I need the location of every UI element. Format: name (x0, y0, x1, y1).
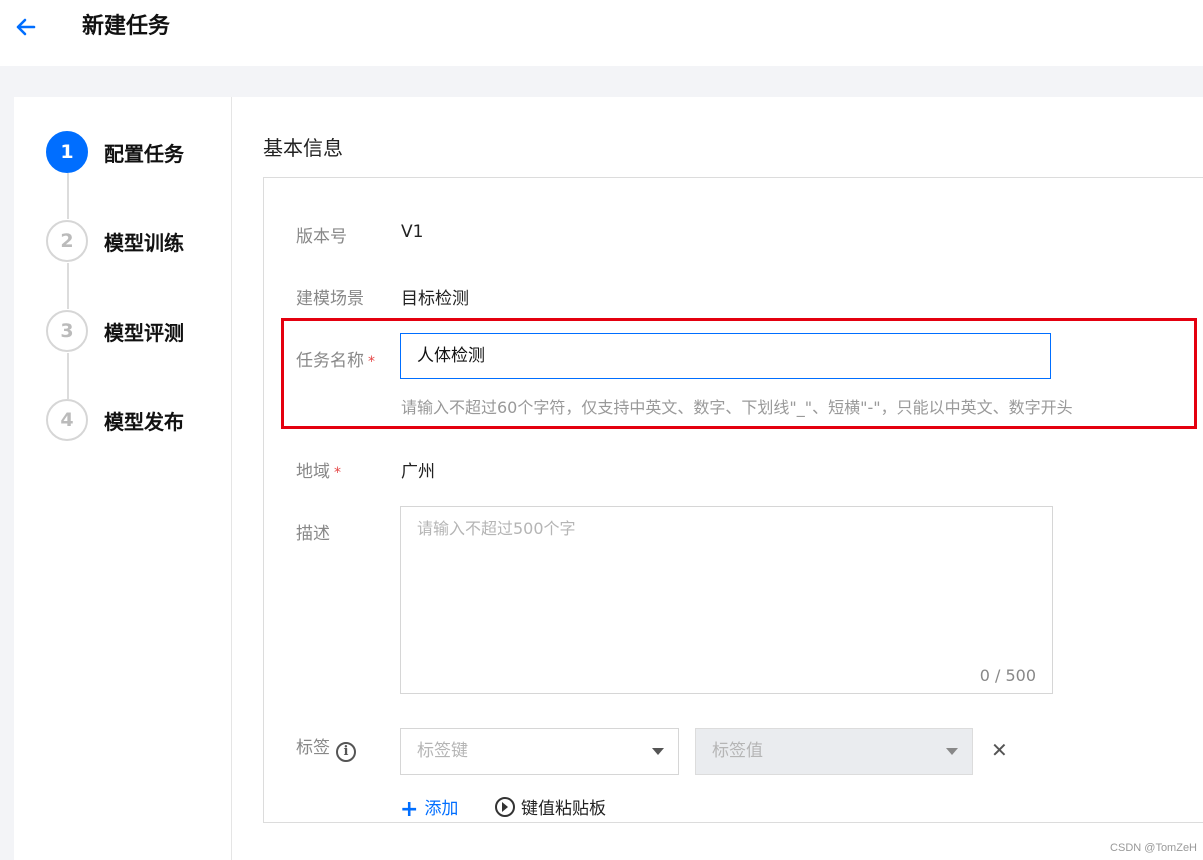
step-number: 1 (46, 131, 88, 173)
tag-key-select[interactable]: 标签键 (400, 728, 679, 775)
tags-label-text: 标签 (296, 738, 330, 758)
task-name-input[interactable]: 人体检测 (400, 333, 1051, 379)
page-title: 新建任务 (82, 14, 171, 39)
play-circle-icon (495, 797, 515, 817)
version-value: V1 (401, 222, 424, 242)
step-model-training[interactable]: 2 模型训练 (46, 219, 184, 263)
scene-value: 目标检测 (401, 289, 469, 309)
step-label: 配置任务 (104, 141, 184, 166)
region-value: 广州 (401, 462, 435, 482)
main-panel: 1 配置任务 2 模型训练 3 模型评测 4 模型发布 基本信息 版本号 V1 … (14, 97, 1203, 860)
steps-sidebar: 1 配置任务 2 模型训练 3 模型评测 4 模型发布 (14, 97, 232, 860)
description-label: 描述 (296, 524, 330, 544)
step-connector (67, 353, 69, 399)
paste-board-label: 键值粘贴板 (521, 799, 606, 819)
paste-board-button[interactable]: 键值粘贴板 (495, 794, 606, 819)
region-label-text: 地域 (296, 462, 330, 482)
step-connector (67, 173, 69, 219)
tag-value-select[interactable]: 标签值 (695, 728, 973, 775)
info-icon[interactable]: i (336, 742, 356, 762)
version-label: 版本号 (296, 227, 347, 247)
task-name-label-text: 任务名称 (296, 351, 364, 371)
caret-down-icon (946, 748, 958, 755)
section-title: 基本信息 (263, 136, 343, 160)
step-label: 模型发布 (104, 409, 184, 434)
tag-key-placeholder: 标签键 (417, 741, 468, 761)
back-button[interactable] (12, 12, 42, 42)
top-bar: 新建任务 (0, 0, 1203, 66)
description-textarea[interactable]: 请输入不超过500个字 0 / 500 (400, 506, 1053, 694)
task-name-label: 任务名称 * (296, 346, 375, 371)
task-name-hint: 请输入不超过60个字符，仅支持中英文、数字、下划线"_"、短横"-"，只能以中英… (401, 398, 1073, 417)
scene-label: 建模场景 (296, 289, 364, 309)
description-placeholder: 请输入不超过500个字 (417, 519, 576, 538)
step-model-release[interactable]: 4 模型发布 (46, 398, 184, 442)
tags-label: 标签 i (296, 733, 356, 762)
caret-down-icon (652, 748, 664, 755)
watermark: CSDN @TomZeH (1110, 842, 1197, 854)
add-tag-label: 添加 (424, 799, 459, 819)
arrow-left-icon (16, 18, 36, 36)
plus-icon: + (400, 797, 419, 822)
step-configure-task[interactable]: 1 配置任务 (46, 130, 184, 174)
tag-value-placeholder: 标签值 (712, 741, 763, 761)
step-number: 3 (46, 310, 88, 352)
region-label: 地域 * (296, 457, 341, 482)
description-counter: 0 / 500 (979, 666, 1036, 685)
form-box (263, 177, 1203, 823)
step-model-evaluation[interactable]: 3 模型评测 (46, 309, 184, 353)
step-number: 2 (46, 220, 88, 262)
required-mark: * (334, 465, 341, 481)
step-connector (67, 263, 69, 309)
close-icon[interactable]: ✕ (991, 738, 1008, 762)
required-mark: * (368, 354, 375, 370)
step-label: 模型评测 (104, 320, 184, 345)
step-label: 模型训练 (104, 230, 184, 255)
add-tag-button[interactable]: + 添加 (400, 794, 458, 822)
step-number: 4 (46, 399, 88, 441)
